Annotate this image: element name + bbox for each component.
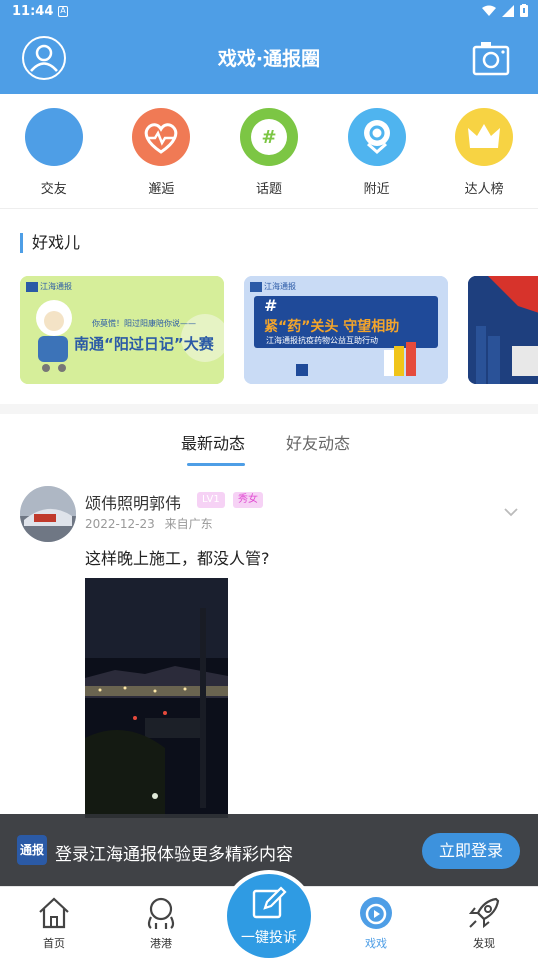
login-button[interactable]: 立即登录 [422, 833, 520, 869]
nav-xixi[interactable]: 戏戏 [322, 887, 430, 958]
banner-art [20, 276, 224, 384]
post-date: 2022-12-23 [85, 517, 155, 531]
edit-icon [252, 886, 287, 919]
post-image[interactable] [85, 578, 228, 818]
divider [0, 208, 538, 209]
notification-a-icon: A [58, 6, 68, 17]
camera-icon [472, 42, 510, 76]
mascot-icon [147, 897, 175, 929]
title-badge: 秀女 [233, 492, 263, 508]
banner-third[interactable] [468, 276, 538, 384]
quick-nav-label: 邂逅 [148, 182, 175, 197]
complaint-label: 一键投诉 [241, 930, 297, 946]
login-prompt-text: 登录江海通报体验更多精彩内容 [55, 845, 293, 865]
post-text: 这样晚上施工，都没人管? [85, 549, 270, 568]
battery-icon [520, 4, 528, 17]
avatar-photo [20, 486, 76, 542]
friends-icon [24, 108, 83, 166]
banner-subtitle: 江海通报抗疫药物公益互助行动 [266, 336, 378, 345]
quick-nav-label: 达人榜 [464, 182, 504, 197]
play-circle-icon [360, 897, 392, 929]
quick-nav-ranking[interactable]: 达人榜 [430, 94, 538, 208]
nav-label: 发现 [473, 937, 495, 950]
night-scene-photo [85, 578, 228, 818]
section-title: 好戏儿 [20, 233, 80, 253]
banner-medicine-aid[interactable]: 江海通报 # 紧“药”关头 守望相助 江海通报抗疫药物公益互助行动 [244, 276, 448, 384]
nav-ganggang[interactable]: 港港 [107, 887, 215, 958]
signal-icon [502, 4, 514, 17]
tab-underline [187, 463, 245, 466]
camera-button[interactable] [472, 40, 510, 76]
quick-nav-nearby[interactable]: 附近 [323, 94, 431, 208]
nav-label: 戏戏 [365, 937, 387, 950]
page-title: 戏戏·通报圈 [217, 48, 321, 70]
rocket-icon [468, 897, 500, 929]
hashtag-icon: # [239, 108, 298, 166]
banner-art [468, 276, 538, 384]
level-badge: LV1 [197, 492, 225, 508]
svg-text:#: # [261, 127, 276, 148]
post-meta: 2022-12-23 来自广东 [85, 515, 213, 532]
quick-nav-encounter[interactable]: 邂逅 [108, 94, 216, 208]
feed-tabs: 最新动态 好友动态 [0, 414, 538, 468]
post-author-avatar[interactable] [20, 486, 76, 542]
post-more-button[interactable] [504, 502, 518, 521]
quick-nav-label: 交友 [40, 182, 67, 197]
post-location: 来自广东 [164, 517, 213, 531]
chevron-down-icon [504, 508, 518, 517]
home-icon [39, 897, 69, 929]
status-bar: 11:44 A [0, 0, 538, 24]
banner-brand: 江海通报 [40, 282, 72, 291]
top-bar: 11:44 A 戏戏·通报圈 [0, 0, 538, 94]
post-author-name[interactable]: 颂伟照明郭伟 [85, 490, 181, 514]
banner-brand: 江海通报 [264, 282, 296, 291]
nav-label: 港港 [150, 937, 172, 950]
banner-title: 紧“药”关头 守望相助 [264, 319, 400, 335]
quick-nav-topics[interactable]: # 话题 [215, 94, 323, 208]
complaint-button[interactable]: 一键投诉 [227, 874, 311, 958]
location-pin-icon [347, 108, 406, 166]
system-icons [482, 4, 528, 17]
quick-nav-label: 话题 [255, 182, 282, 197]
wifi-icon [482, 5, 496, 16]
nav-label: 首页 [43, 937, 65, 950]
section-gap [0, 404, 538, 414]
quick-nav-label: 附近 [363, 182, 390, 197]
quick-nav-friends[interactable]: 交友 [0, 94, 108, 208]
banner-diary-contest[interactable]: 江海通报 你莫慌！阳过阳康陪你说—— 南通“阳过日记”大赛 [20, 276, 224, 384]
crown-icon [455, 108, 514, 166]
nav-home[interactable]: 首页 [0, 887, 108, 958]
status-time: 11:44 [12, 4, 54, 19]
quick-nav: 交友 邂逅 # 话题 附近 达人榜 [0, 94, 538, 208]
screen: 11:44 A 戏戏·通报圈 交友 邂逅 # 话题 附近 达人榜 好戏儿 江海通… [0, 0, 538, 958]
tab-friends[interactable]: 好友动态 [286, 430, 350, 454]
app-logo: 通报 [17, 835, 47, 865]
banner-title: 南通“阳过日记”大赛 [74, 335, 214, 353]
tab-latest[interactable]: 最新动态 [181, 430, 245, 454]
nav-discover[interactable]: 发现 [430, 887, 538, 958]
banner-caption: 你莫慌！阳过阳康陪你说—— [92, 319, 196, 328]
banner-hash: # [264, 296, 278, 315]
heart-pulse-icon [132, 108, 191, 166]
